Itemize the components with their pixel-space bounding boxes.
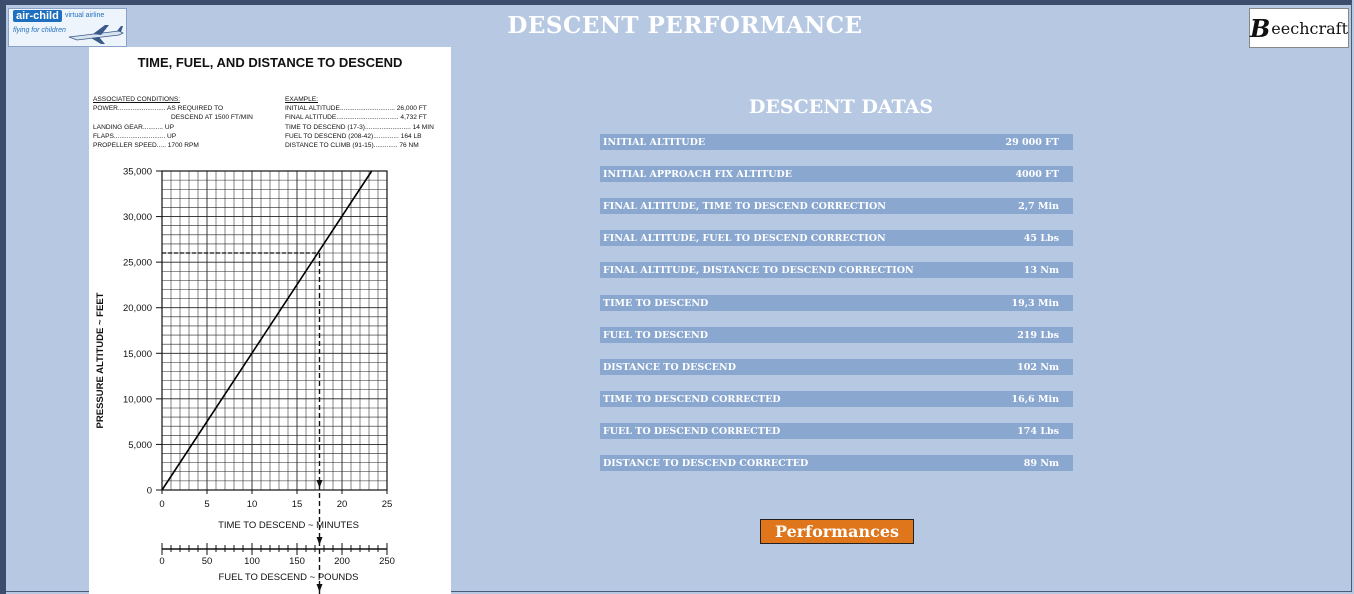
- descent-data-row: FINAL ALTITUDE, DISTANCE TO DESCEND CORR…: [600, 262, 1073, 279]
- y-tick-label: 15,000: [123, 349, 152, 360]
- descent-data-row: INITIAL ALTITUDE 29 000 FT: [600, 134, 1073, 150]
- x-tick-label: 15: [292, 499, 303, 510]
- descent-data-label: TIME TO DESCEND CORRECTED: [603, 393, 781, 405]
- descent-data-label: DISTANCE TO DESCEND CORRECTED: [603, 458, 809, 469]
- descent-data-label: DISTANCE TO DESCEND: [603, 361, 736, 373]
- descent-data-value: 89 Nm: [1023, 458, 1059, 469]
- fuel-tick-label: 250: [379, 556, 395, 567]
- descent-data-value: 19,3 Min: [1011, 297, 1059, 309]
- fuel-tick-label: 200: [334, 556, 350, 567]
- descent-data-value: 2,7 Min: [1018, 201, 1059, 213]
- example-arrow-icon: [316, 584, 323, 592]
- descent-data-value: 4000 FT: [1015, 169, 1059, 181]
- y-tick-label: 5,000: [128, 440, 152, 451]
- descent-data-row: TIME TO DESCEND 19,3 Min: [600, 294, 1073, 311]
- descent-data-label: FINAL ALTITUDE, FUEL TO DESCEND CORRECTI…: [603, 233, 886, 245]
- descent-data-value: 219 Lbs: [1017, 329, 1059, 341]
- fuel-tick-label: 0: [159, 556, 164, 567]
- y-tick-label: 25,000: [123, 258, 152, 269]
- y-tick-label: 20,000: [123, 303, 152, 314]
- descent-data-value: 45 Lbs: [1023, 233, 1059, 245]
- y-tick-label: 30,000: [123, 212, 152, 223]
- descent-data-label: INITIAL ALTITUDE: [603, 137, 706, 148]
- descent-data-row: FUEL TO DESCEND CORRECTED 174 Lbs: [600, 422, 1073, 439]
- x-tick-label: 10: [247, 499, 258, 510]
- descent-data-value: 29 000 FT: [1005, 137, 1059, 148]
- window-left-border: [0, 0, 6, 594]
- descent-chart-panel: TIME, FUEL, AND DISTANCE TO DESCEND ASSO…: [89, 47, 451, 594]
- descent-data-label: FUEL TO DESCEND: [603, 329, 708, 341]
- descent-data-row: FUEL TO DESCEND 219 Lbs: [600, 326, 1073, 343]
- descent-chart: 0 5,000 10,000 15,000 20,000 25,000 30,000 35,0…: [95, 167, 395, 594]
- descent-data-row: DISTANCE TO DESCEND 102 Nm: [600, 358, 1073, 375]
- descent-data-value: 13 Nm: [1023, 265, 1059, 277]
- performances-button[interactable]: Performances: [760, 519, 914, 544]
- descent-data-value: 102 Nm: [1017, 361, 1059, 373]
- fuel-tick-label: 150: [289, 556, 305, 567]
- descent-data-value: 174 Lbs: [1017, 425, 1059, 437]
- descent-data-label: TIME TO DESCEND: [603, 297, 709, 309]
- descent-data-label: FINAL ALTITUDE, TIME TO DESCEND CORRECTI…: [603, 201, 886, 213]
- descent-data-label: FINAL ALTITUDE, DISTANCE TO DESCEND CORR…: [603, 265, 914, 277]
- x-tick-label: 20: [337, 499, 348, 510]
- descent-data-value: 16,6 Min: [1011, 393, 1059, 405]
- descent-data-row: DISTANCE TO DESCEND CORRECTED 89 Nm: [600, 455, 1073, 471]
- time-to-descend-line: [161, 170, 373, 491]
- descent-data-row: INITIAL APPROACH FIX ALTITUDE 4000 FT: [600, 166, 1073, 183]
- x-tick-label: 0: [159, 499, 164, 510]
- example-arrow-icon: [316, 537, 323, 545]
- plot-area-border: [161, 170, 388, 491]
- descent-data-row: FINAL ALTITUDE, FUEL TO DESCEND CORRECTI…: [600, 230, 1073, 247]
- y-tick-label: 35,000: [123, 167, 152, 178]
- descent-data-row: TIME TO DESCEND CORRECTED 16,6 Min: [600, 390, 1073, 407]
- x-tick-label: 5: [204, 499, 209, 510]
- fuel-axis-label: FUEL TO DESCEND ~ POUNDS: [219, 572, 359, 583]
- y-axis-label: PRESSURE ALTITUDE ~ FEET: [95, 292, 106, 428]
- descent-data-label: INITIAL APPROACH FIX ALTITUDE: [603, 169, 792, 181]
- x-axis-label: TIME TO DESCEND ~ MINUTES: [218, 520, 359, 531]
- descent-data-row: FINAL ALTITUDE, TIME TO DESCEND CORRECTI…: [600, 198, 1073, 215]
- descent-datas-title: DESCENT DATAS: [748, 96, 934, 118]
- fuel-tick-label: 50: [202, 556, 213, 567]
- y-tick-label: 10,000: [123, 394, 152, 405]
- page-title: DESCENT PERFORMANCE: [507, 12, 863, 39]
- example-arrow-icon: [316, 480, 323, 488]
- descent-data-label: FUEL TO DESCEND CORRECTED: [603, 425, 781, 437]
- x-tick-label: 25: [382, 499, 393, 510]
- y-tick-label: 0: [147, 486, 152, 497]
- fuel-tick-label: 100: [244, 556, 260, 567]
